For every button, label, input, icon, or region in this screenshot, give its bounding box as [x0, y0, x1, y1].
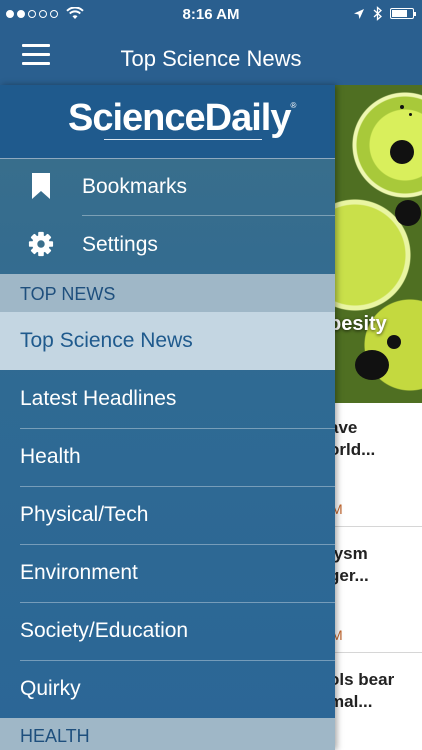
location-arrow-icon [354, 8, 364, 19]
nav-item-environment[interactable]: Environment [0, 544, 335, 602]
article-title: lysm ger... [335, 544, 369, 585]
battery-icon [390, 8, 416, 19]
side-drawer: ScienceDaily® Bookmarks Settings TOP NEW… [0, 85, 335, 750]
status-right [353, 6, 416, 21]
hero-caption: besity [335, 313, 387, 335]
bluetooth-icon [373, 6, 382, 21]
nav-item-physical-tech[interactable]: Physical/Tech [0, 486, 335, 544]
bookmark-icon [32, 173, 50, 199]
sciencedaily-logo: ScienceDaily® [68, 97, 296, 139]
gear-icon [28, 231, 54, 257]
section-header-health: HEALTH [0, 718, 335, 750]
status-bar: 8:16 AM [0, 0, 422, 30]
bookmarks-menu-item[interactable]: Bookmarks [0, 158, 335, 215]
settings-menu-item[interactable]: Settings [0, 216, 335, 273]
page-title: Top Science News [120, 46, 302, 71]
hero-image[interactable]: besity [335, 85, 422, 403]
nav-item-top-science-news[interactable]: Top Science News [0, 312, 335, 370]
article-meta: M [335, 501, 343, 517]
settings-label: Settings [82, 233, 158, 256]
section-header-top-news: TOP NEWS [0, 274, 335, 312]
article-title: ave orld... [335, 418, 376, 459]
article-feed: besity ave orld... M lysm ger... M ols b… [335, 85, 422, 750]
bookmarks-label: Bookmarks [82, 175, 188, 198]
nav-item-society-education[interactable]: Society/Education [0, 602, 335, 660]
article-card[interactable]: lysm ger... M [335, 527, 422, 653]
article-title: ols bear mal... [335, 670, 395, 711]
article-card[interactable]: ave orld... M [335, 403, 422, 527]
article-card[interactable]: ols bear mal... [335, 653, 422, 750]
nav-item-health[interactable]: Health [0, 428, 335, 486]
logo-underline [104, 139, 262, 140]
nav-item-latest-headlines[interactable]: Latest Headlines [0, 370, 335, 428]
navigation-bar: Top Science News [0, 30, 422, 85]
logo-bar: ScienceDaily® [0, 85, 335, 159]
article-meta: M [335, 627, 343, 643]
nav-item-quirky[interactable]: Quirky [0, 660, 335, 718]
